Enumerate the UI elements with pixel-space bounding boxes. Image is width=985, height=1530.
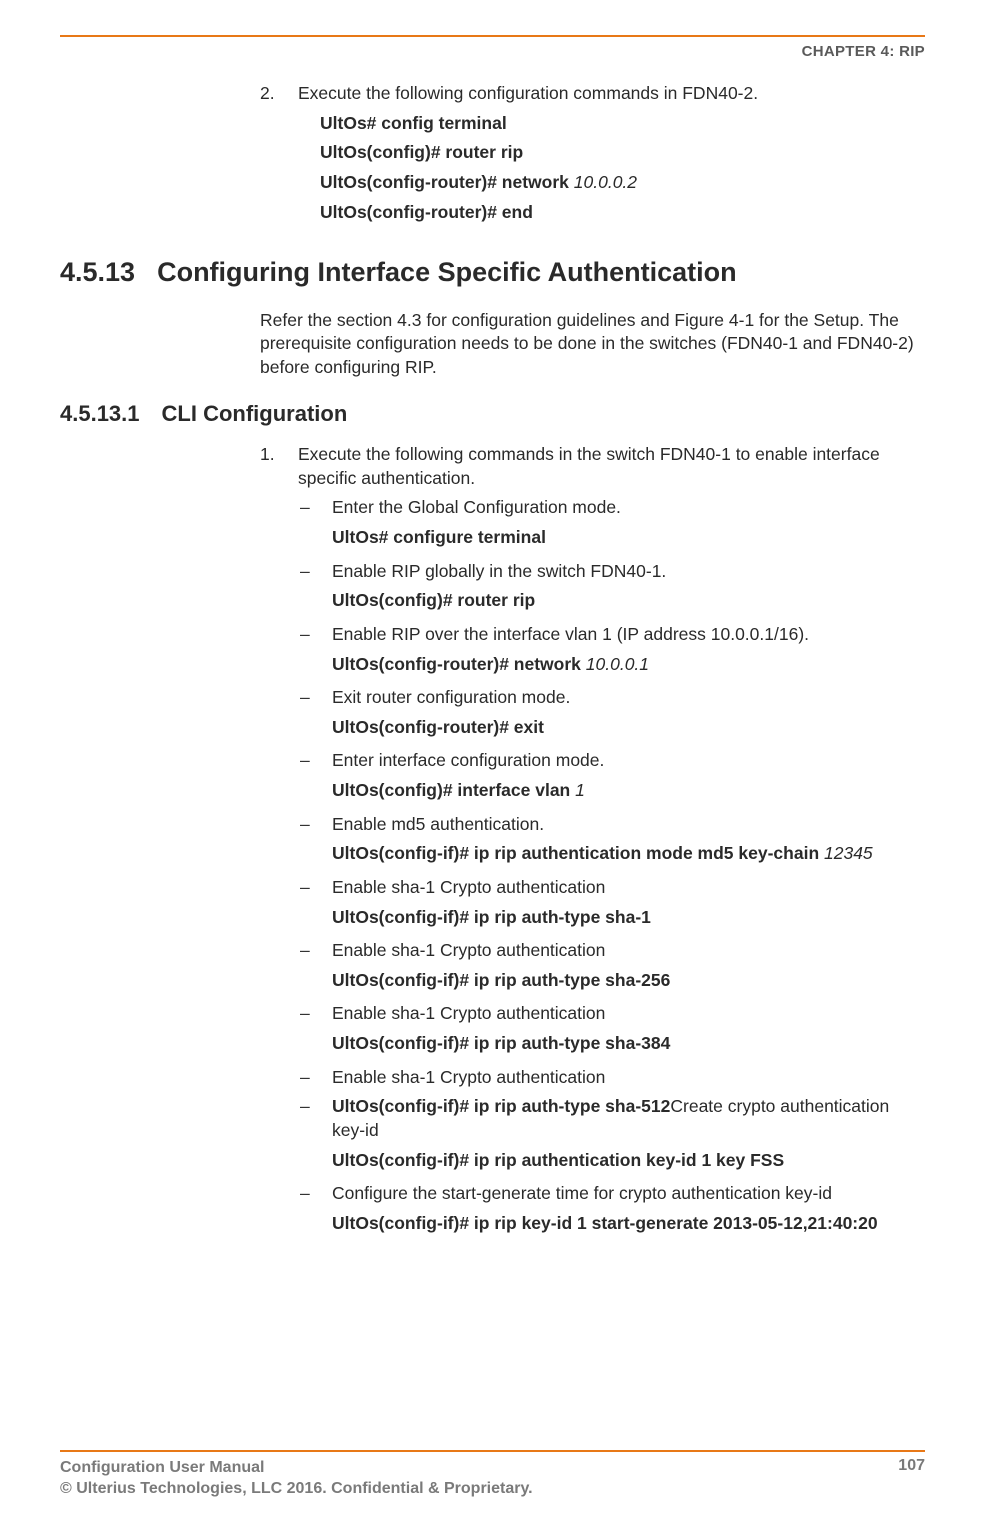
dash-desc: Enable sha-1 Crypto authentication: [332, 939, 605, 963]
dash-marker: –: [300, 1182, 312, 1206]
dash-marker: –: [300, 1095, 312, 1142]
cmd-line: UltOs(config)# router rip: [260, 589, 925, 613]
dash-desc: Exit router configuration mode.: [332, 686, 570, 710]
cmd-line: UltOs(config-router)# network 10.0.0.1: [260, 653, 925, 677]
cmd-bold: UltOs# configure terminal: [332, 527, 546, 547]
dash-desc: Enable sha-1 Crypto authentication: [332, 1066, 605, 1090]
bottom-rule: [60, 1450, 925, 1452]
cmd-line: UltOs(config-if)# ip rip authentication …: [260, 842, 925, 866]
cmd-bold: UltOs(config-if)# ip rip auth-type sha-5…: [332, 1096, 670, 1116]
section-title: Configuring Interface Specific Authentic…: [157, 254, 737, 290]
cmd-arg: 12345: [819, 843, 873, 863]
cmd-line: UltOs(config-if)# ip rip authentication …: [260, 1149, 925, 1173]
subsection-title: CLI Configuration: [162, 399, 348, 429]
dash-marker: –: [300, 749, 312, 773]
dash-item: –Enable sha-1 Crypto authentication: [260, 1002, 925, 1026]
dash-item: –Enable sha-1 Crypto authentication: [260, 876, 925, 900]
dash-item: –Enable sha-1 Crypto authentication: [260, 1066, 925, 1090]
dash-desc: Enter interface configuration mode.: [332, 749, 604, 773]
cmd-bold: UltOs(config-if)# ip rip auth-type sha-1: [332, 907, 651, 927]
dash-item-last: – Configure the start-generate time for …: [260, 1182, 925, 1206]
dash-marker: –: [300, 813, 312, 837]
dash-item: –Exit router configuration mode.: [260, 686, 925, 710]
dash-desc: Enable sha-1 Crypto authentication: [332, 876, 605, 900]
dash-item: –Enter interface configuration mode.: [260, 749, 925, 773]
cmd-arg: 1: [570, 780, 585, 800]
dash-marker: –: [300, 1066, 312, 1090]
dash-marker: –: [300, 623, 312, 647]
section-number: 4.5.13: [60, 254, 135, 290]
subsection-heading-4-5-13-1: 4.5.13.1 CLI Configuration: [60, 399, 925, 429]
intro-step-block: 2. Execute the following configuration c…: [60, 82, 925, 224]
cmd-line: UltOs# configure terminal: [260, 526, 925, 550]
dash-desc: Enable sha-1 Crypto authentication: [332, 1002, 605, 1026]
dash-item: –Enable RIP globally in the switch FDN40…: [260, 560, 925, 584]
cmd-bold: UltOs(config)# router rip: [332, 590, 535, 610]
cmd-bold: UltOs(config-router)# exit: [332, 717, 544, 737]
cmd-line: UltOs# config terminal: [260, 112, 925, 136]
cmd-bold: UltOs(config-router)# network: [332, 654, 581, 674]
dash-desc: Enable RIP globally in the switch FDN40-…: [332, 560, 666, 584]
footer-title: Configuration User Manual: [60, 1457, 533, 1479]
cmd-line: UltOs(config-router)# network 10.0.0.2: [260, 171, 925, 195]
dash-item-special: – UltOs(config-if)# ip rip auth-type sha…: [260, 1095, 925, 1142]
ordered-text: Execute the following configuration comm…: [298, 82, 758, 106]
dash-content: UltOs(config-if)# ip rip auth-type sha-5…: [332, 1095, 925, 1142]
dash-marker: –: [300, 876, 312, 900]
dash-desc: Configure the start-generate time for cr…: [332, 1182, 832, 1206]
chapter-header: CHAPTER 4: RIP: [60, 43, 925, 60]
cmd-bold: UltOs# config terminal: [320, 113, 507, 133]
cmd-arg: 10.0.0.2: [569, 172, 637, 192]
section-paragraph: Refer the section 4.3 for configuration …: [260, 309, 925, 380]
dash-marker: –: [300, 560, 312, 584]
dash-item: –Enable RIP over the interface vlan 1 (I…: [260, 623, 925, 647]
cmd-line: UltOs(config-router)# exit: [260, 716, 925, 740]
cmd-bold: UltOs(config-if)# ip rip authentication …: [332, 843, 819, 863]
dash-desc: Enable md5 authentication.: [332, 813, 544, 837]
section-heading-4-5-13: 4.5.13 Configuring Interface Specific Au…: [60, 254, 925, 290]
dash-marker: –: [300, 496, 312, 520]
cmd-line: UltOs(config-if)# ip rip key-id 1 start-…: [260, 1212, 925, 1236]
cmd-bold: UltOs(config)# interface vlan: [332, 780, 570, 800]
page-number: 107: [898, 1457, 925, 1500]
dash-item: –Enter the Global Configuration mode.: [260, 496, 925, 520]
ordered-num: 2.: [260, 82, 280, 106]
ordered-item-2: 2. Execute the following configuration c…: [260, 82, 925, 106]
footer-copyright: © Ulterius Technologies, LLC 2016. Confi…: [60, 1478, 533, 1500]
cmd-line: UltOs(config-if)# ip rip auth-type sha-2…: [260, 969, 925, 993]
subsection-number: 4.5.13.1: [60, 399, 140, 429]
cmd-bold: UltOs(config-if)# ip rip auth-type sha-2…: [332, 970, 670, 990]
cmd-bold: UltOs(config-if)# ip rip auth-type sha-3…: [332, 1033, 670, 1053]
dash-marker: –: [300, 939, 312, 963]
dash-item: –Enable sha-1 Crypto authentication: [260, 939, 925, 963]
cmd-line: UltOs(config)# router rip: [260, 141, 925, 165]
cmd-bold: UltOs(config-router)# end: [320, 202, 533, 222]
ordered-text: Execute the following commands in the sw…: [298, 443, 925, 490]
dash-desc: Enable RIP over the interface vlan 1 (IP…: [332, 623, 809, 647]
cmd-bold: UltOs(config-router)# network: [320, 172, 569, 192]
cmd-line: UltOs(config-if)# ip rip auth-type sha-3…: [260, 1032, 925, 1056]
dash-desc: Enter the Global Configuration mode.: [332, 496, 621, 520]
dash-item: –Enable md5 authentication.: [260, 813, 925, 837]
dash-marker: –: [300, 1002, 312, 1026]
ordered-item-1: 1. Execute the following commands in the…: [260, 443, 925, 490]
cmd-line: UltOs(config)# interface vlan 1: [260, 779, 925, 803]
ordered-num: 1.: [260, 443, 280, 490]
cmd-line: UltOs(config-if)# ip rip auth-type sha-1: [260, 906, 925, 930]
cmd-bold: UltOs(config)# router rip: [320, 142, 523, 162]
footer-left: Configuration User Manual © Ulterius Tec…: [60, 1457, 533, 1500]
dash-marker: –: [300, 686, 312, 710]
step1-block: 1. Execute the following commands in the…: [60, 443, 925, 1235]
cmd-line: UltOs(config-router)# end: [260, 201, 925, 225]
cmd-arg: 10.0.0.1: [581, 654, 649, 674]
top-rule: [60, 35, 925, 37]
page-footer: Configuration User Manual © Ulterius Tec…: [60, 1457, 925, 1500]
